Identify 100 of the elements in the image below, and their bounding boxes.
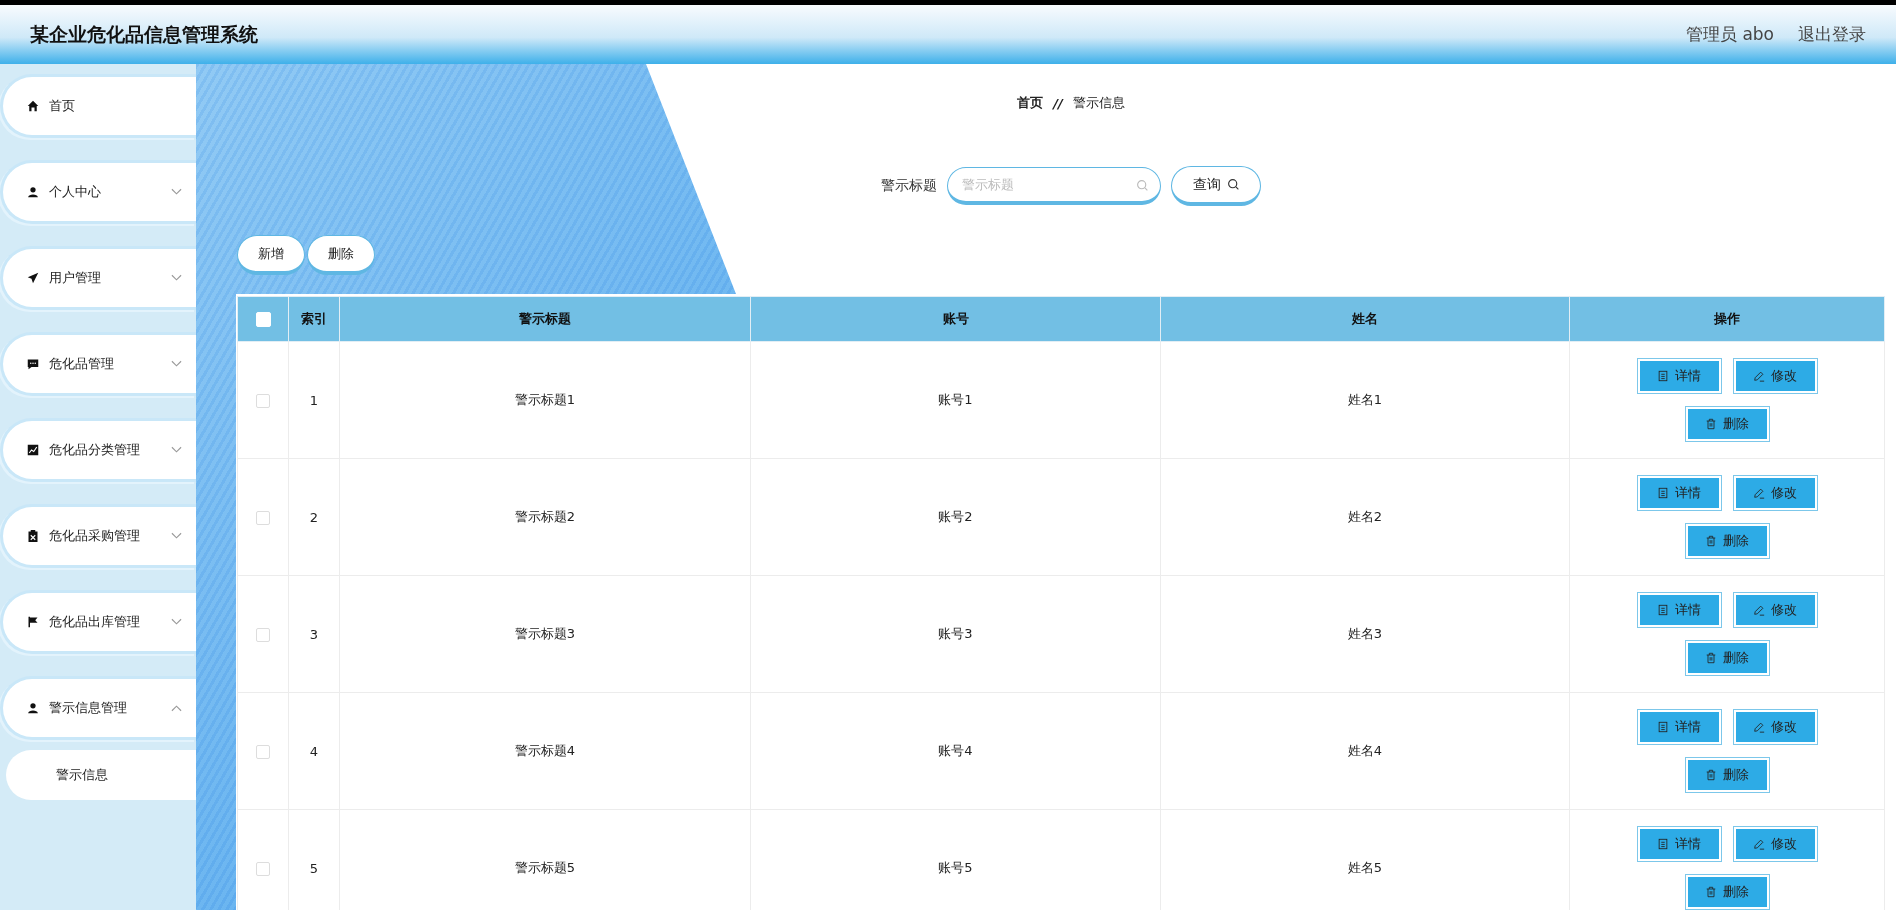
menu-label: 危化品采购管理 <box>49 527 141 545</box>
row-checkbox[interactable] <box>256 861 270 876</box>
pencil-icon <box>1753 838 1765 850</box>
flag-icon <box>27 616 39 628</box>
search-icon <box>1226 178 1240 191</box>
sidebar-item[interactable]: 危化品出库管理 <box>0 590 196 654</box>
sidebar-item[interactable]: 首页 <box>0 74 196 138</box>
edit-button[interactable]: 修改 <box>1733 827 1817 861</box>
sidebar-item[interactable]: 个人中心 <box>0 160 196 224</box>
query-button[interactable]: 查询 <box>1171 166 1261 206</box>
delete-button[interactable]: 删除 <box>1685 641 1769 675</box>
table-cell: 警示标题3 <box>339 575 751 693</box>
row-checkbox[interactable] <box>256 510 270 525</box>
system-title: 某企业危化品信息管理系统 <box>30 21 258 47</box>
chevron-icon <box>171 532 182 540</box>
column-header: 操作 <box>1569 296 1885 342</box>
home-icon <box>27 100 39 112</box>
table-cell: 4 <box>288 692 340 810</box>
document-icon <box>1657 487 1669 499</box>
trash-icon <box>1705 535 1717 547</box>
table-cell: 2 <box>288 458 340 576</box>
paper-plane-icon <box>27 272 39 284</box>
chevron-icon <box>171 618 182 626</box>
edit-button[interactable]: 修改 <box>1733 476 1817 510</box>
table-cell: 警示标题4 <box>339 692 751 810</box>
chart-icon <box>27 444 39 456</box>
table-cell: 姓名2 <box>1160 458 1570 576</box>
edit-button[interactable]: 修改 <box>1733 359 1817 393</box>
trash-icon <box>1705 418 1717 430</box>
delete-button[interactable]: 删除 <box>1685 407 1769 441</box>
trash-icon <box>1705 652 1717 664</box>
delete-button[interactable]: 删除 <box>1685 875 1769 909</box>
edit-button[interactable]: 修改 <box>1733 593 1817 627</box>
chat-icon <box>27 358 39 370</box>
search-icon <box>1136 179 1149 192</box>
user-icon <box>27 702 39 714</box>
submenu-item[interactable]: 警示信息 <box>6 750 196 800</box>
sidebar-item[interactable]: 警示信息管理 <box>0 676 196 740</box>
table-cell: 账号4 <box>750 692 1161 810</box>
detail-button[interactable]: 详情 <box>1637 359 1721 393</box>
menu-label: 危化品管理 <box>49 355 115 373</box>
chevron-icon <box>171 360 182 368</box>
menu-label: 危化品出库管理 <box>49 613 141 631</box>
trash-icon <box>1705 769 1717 781</box>
logout-link[interactable]: 退出登录 <box>1798 23 1866 46</box>
table-cell: 账号3 <box>750 575 1161 693</box>
clipboard-icon <box>27 530 39 542</box>
table-cell: 警示标题1 <box>339 341 751 459</box>
edit-button[interactable]: 修改 <box>1733 710 1817 744</box>
menu-label: 危化品分类管理 <box>49 441 141 459</box>
detail-button[interactable]: 详情 <box>1637 476 1721 510</box>
user-icon <box>27 186 39 198</box>
sidebar-item[interactable]: 用户管理 <box>0 246 196 310</box>
pencil-icon <box>1753 721 1765 733</box>
detail-button[interactable]: 详情 <box>1637 710 1721 744</box>
sidebar-item[interactable]: 危化品分类管理 <box>0 418 196 482</box>
search-label: 警示标题 <box>881 177 937 195</box>
menu-label: 首页 <box>49 97 76 115</box>
table-cell: 3 <box>288 575 340 693</box>
chevron-icon <box>171 446 182 454</box>
delete-button[interactable]: 删除 <box>1685 524 1769 558</box>
menu-label: 警示信息管理 <box>49 699 128 717</box>
table-cell: 姓名4 <box>1160 692 1570 810</box>
document-icon <box>1657 721 1669 733</box>
row-checkbox[interactable] <box>256 393 270 408</box>
pencil-icon <box>1753 604 1765 616</box>
table-cell: 账号2 <box>750 458 1161 576</box>
breadcrumb-link[interactable]: 首页 <box>1017 94 1044 112</box>
sidebar-item[interactable]: 危化品采购管理 <box>0 504 196 568</box>
select-all-checkbox[interactable] <box>255 312 271 327</box>
pencil-icon <box>1753 370 1765 382</box>
table-cell: 账号1 <box>750 341 1161 459</box>
chevron-icon <box>171 274 182 282</box>
document-icon <box>1657 838 1669 850</box>
detail-button[interactable]: 详情 <box>1637 593 1721 627</box>
table-cell: 姓名1 <box>1160 341 1570 459</box>
trash-icon <box>1705 886 1717 898</box>
table-cell: 姓名3 <box>1160 575 1570 693</box>
admin-name: 管理员 abo <box>1686 23 1774 46</box>
breadcrumb-link[interactable]: 警示信息 <box>1072 94 1125 112</box>
document-icon <box>1657 370 1669 382</box>
chevron-icon <box>171 704 182 712</box>
document-icon <box>1657 604 1669 616</box>
delete-button[interactable]: 删除 <box>1685 758 1769 792</box>
menu-label: 个人中心 <box>49 183 102 201</box>
sidebar-item[interactable]: 危化品管理 <box>0 332 196 396</box>
table-cell: 1 <box>288 341 340 459</box>
column-header: 姓名 <box>1160 296 1570 342</box>
pencil-icon <box>1753 487 1765 499</box>
chevron-icon <box>171 188 182 196</box>
search-field[interactable]: 警示标题 <box>947 167 1161 205</box>
table-cell: 警示标题2 <box>339 458 751 576</box>
breadcrumb-separator: // <box>1053 95 1063 111</box>
detail-button[interactable]: 详情 <box>1637 827 1721 861</box>
row-checkbox[interactable] <box>256 744 270 759</box>
column-header: 索引 <box>288 296 340 342</box>
menu-label: 用户管理 <box>49 269 102 287</box>
column-header: 警示标题 <box>339 296 751 342</box>
row-checkbox[interactable] <box>256 627 270 642</box>
column-header: 账号 <box>750 296 1161 342</box>
